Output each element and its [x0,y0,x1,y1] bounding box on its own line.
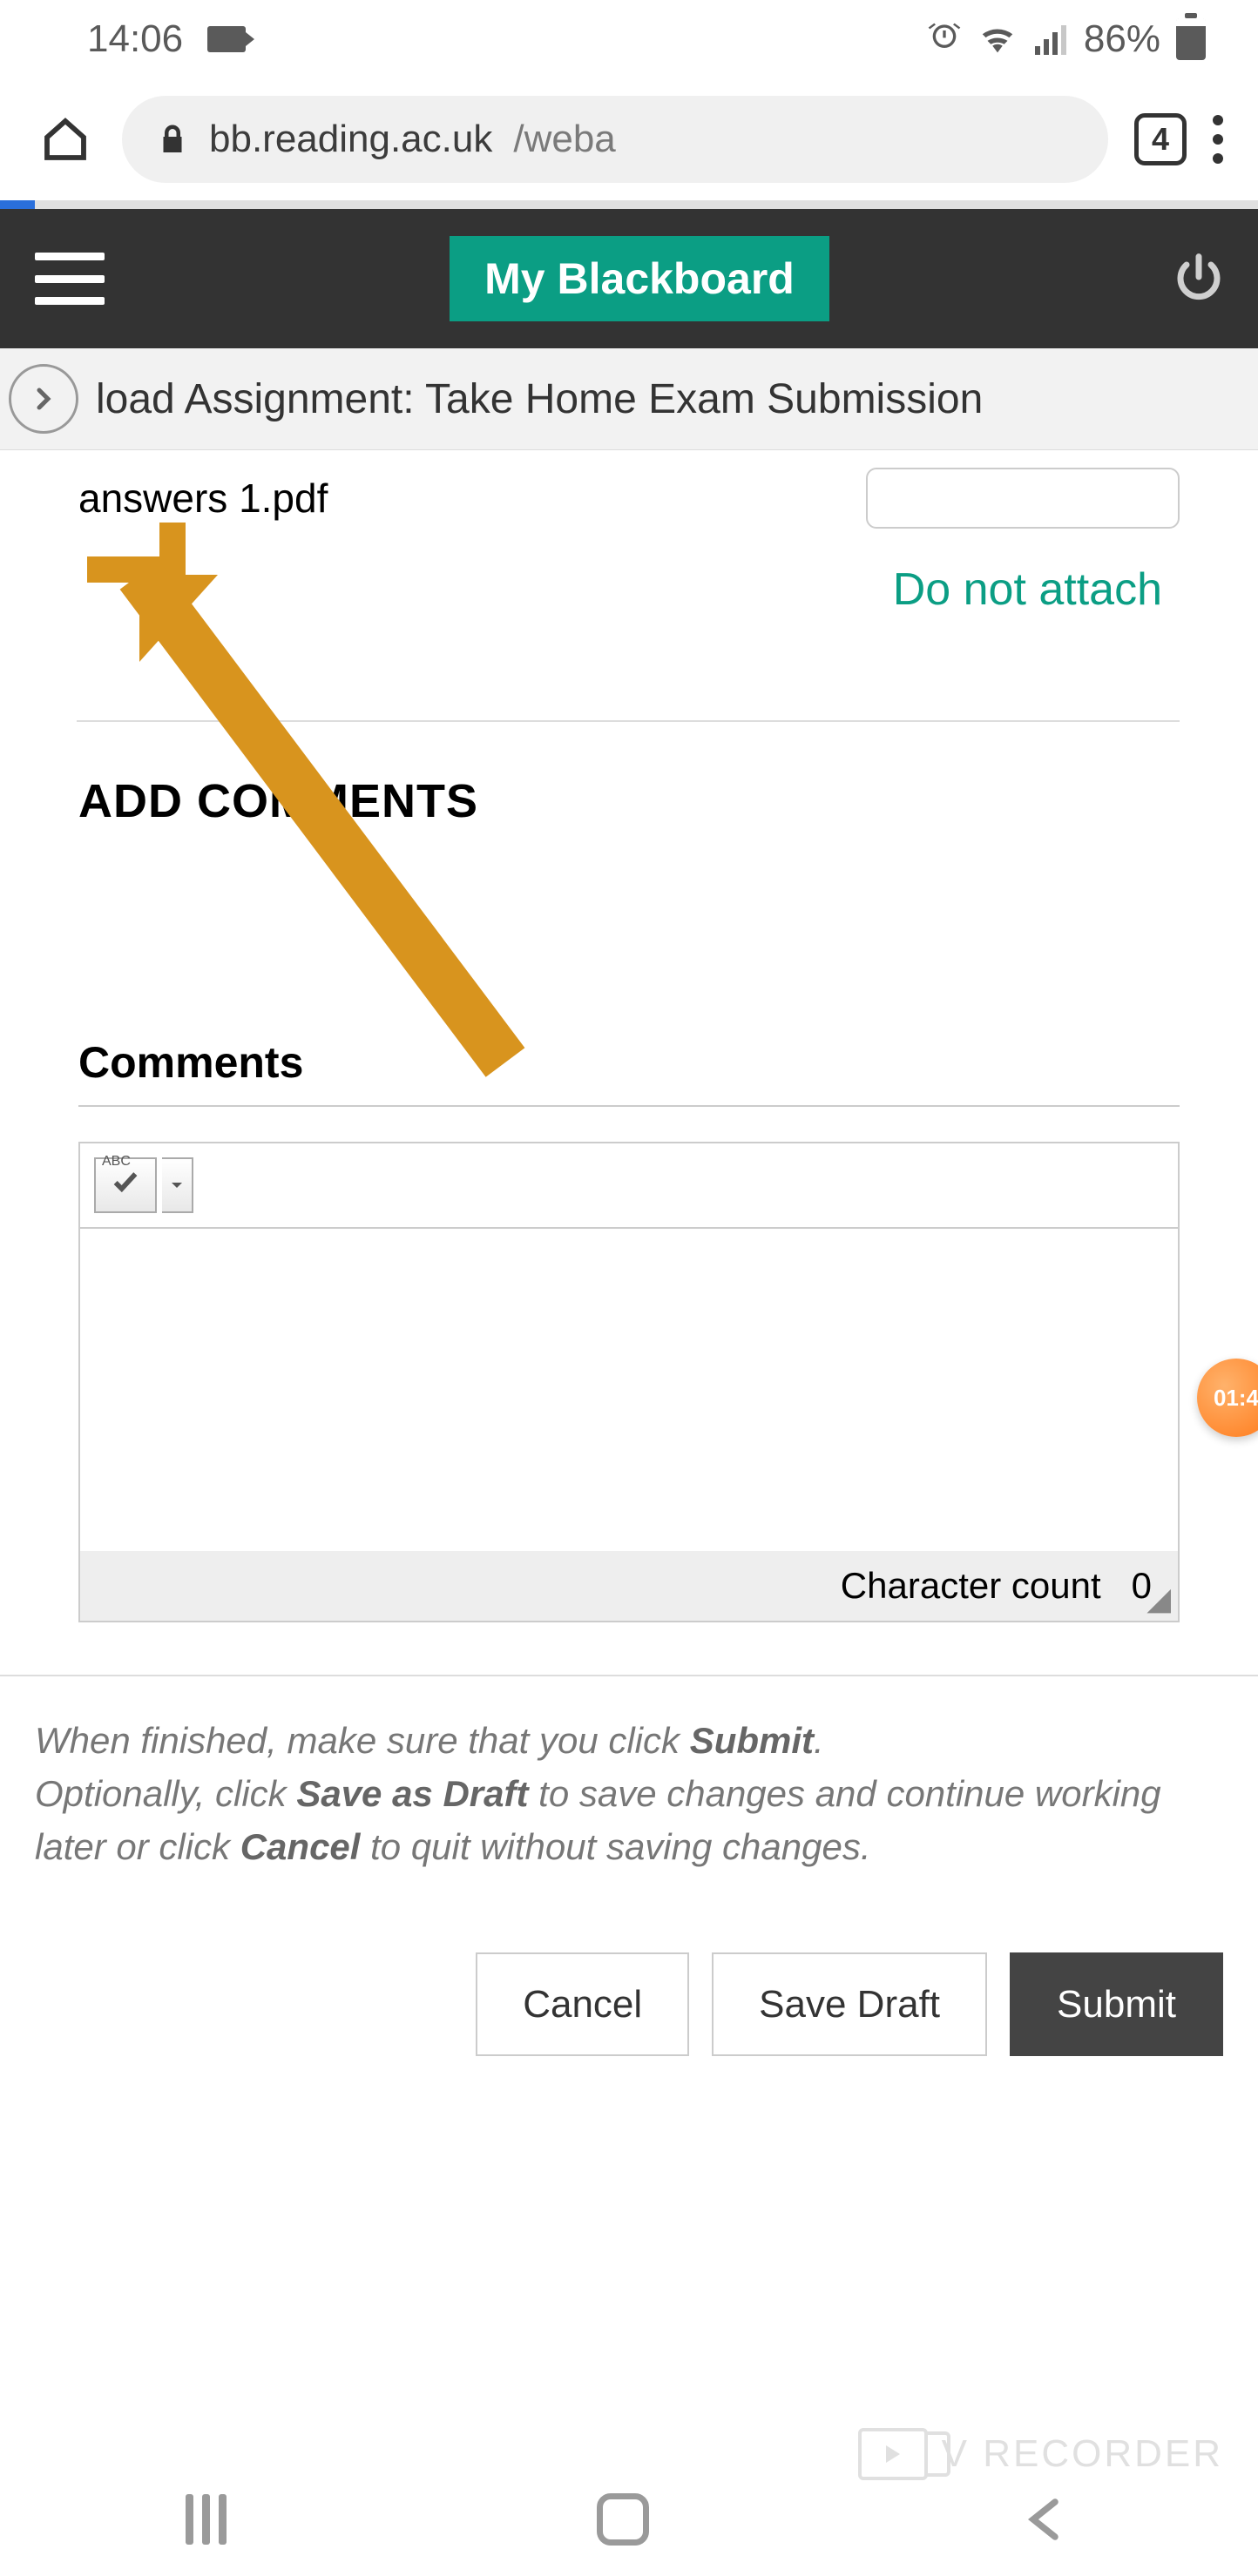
menu-button[interactable] [35,253,105,305]
wifi-icon [977,22,1018,57]
status-time: 14:06 [87,17,183,61]
expand-sidebar-button[interactable] [9,364,78,434]
field-rule [78,1105,1180,1107]
save-draft-button[interactable]: Save Draft [712,1952,987,2057]
do-not-attach-link[interactable]: Do not attach [78,563,1180,616]
assignment-content: answers 1.pdf Do not attach ADD COMMENTS… [0,450,1258,1675]
submission-footer: When finished, make sure that you click … [0,1675,1258,2161]
video-recording-icon [207,26,246,52]
resize-handle[interactable]: ◢ [1146,1581,1171,1617]
add-comments-heading: ADD COMMENTS [78,774,1180,828]
battery-percent: 86% [1084,17,1160,61]
page-title-bar: load Assignment: Take Home Exam Submissi… [0,348,1258,450]
comments-textarea[interactable] [80,1229,1178,1551]
lock-icon [157,124,188,155]
spellcheck-button[interactable]: ABC [94,1157,157,1213]
check-icon [111,1168,140,1197]
browser-menu-button[interactable] [1213,115,1223,164]
tab-switcher-button[interactable]: 4 [1134,113,1187,165]
editor-toolbar: ABC [80,1143,1178,1229]
footer-instruction-2: Optionally, click Save as Draft to save … [35,1768,1223,1874]
android-nav-bar [0,2463,1258,2576]
comments-editor: ABC Character count 0 ◢ [78,1142,1180,1622]
battery-icon [1176,18,1206,60]
section-divider [77,720,1180,722]
nav-back-button[interactable] [1020,2493,1072,2546]
submit-button[interactable]: Submit [1010,1952,1223,2057]
editor-status-bar: Character count 0 ◢ [80,1551,1178,1621]
page-title: load Assignment: Take Home Exam Submissi… [96,375,983,423]
toolbar-dropdown[interactable] [162,1157,193,1213]
char-count-label: Character count [841,1565,1101,1606]
file-action-box[interactable] [866,468,1180,529]
url-bar[interactable]: bb.reading.ac.uk/weba [122,96,1108,183]
blackboard-header: My Blackboard [0,209,1258,348]
my-blackboard-button[interactable]: My Blackboard [450,236,829,321]
page-loading-bar [0,200,1258,209]
browser-home-button[interactable] [35,109,96,170]
comments-label: Comments [78,1037,1180,1088]
browser-toolbar: bb.reading.ac.uk/weba 4 [0,78,1258,200]
android-status-bar: 14:06 86% [0,0,1258,78]
attached-file-name: answers 1.pdf [78,475,866,522]
nav-home-button[interactable] [597,2493,649,2546]
footer-instruction-1: When finished, make sure that you click … [35,1715,1223,1768]
url-path: /weba [513,118,615,161]
signal-icon [1033,22,1068,57]
alarm-icon [927,22,962,57]
caret-down-icon [169,1177,185,1193]
logout-button[interactable] [1174,253,1223,306]
url-host: bb.reading.ac.uk [209,118,492,161]
chevron-right-icon [30,386,57,412]
cancel-button[interactable]: Cancel [476,1952,689,2057]
nav-recents-button[interactable] [186,2494,227,2545]
